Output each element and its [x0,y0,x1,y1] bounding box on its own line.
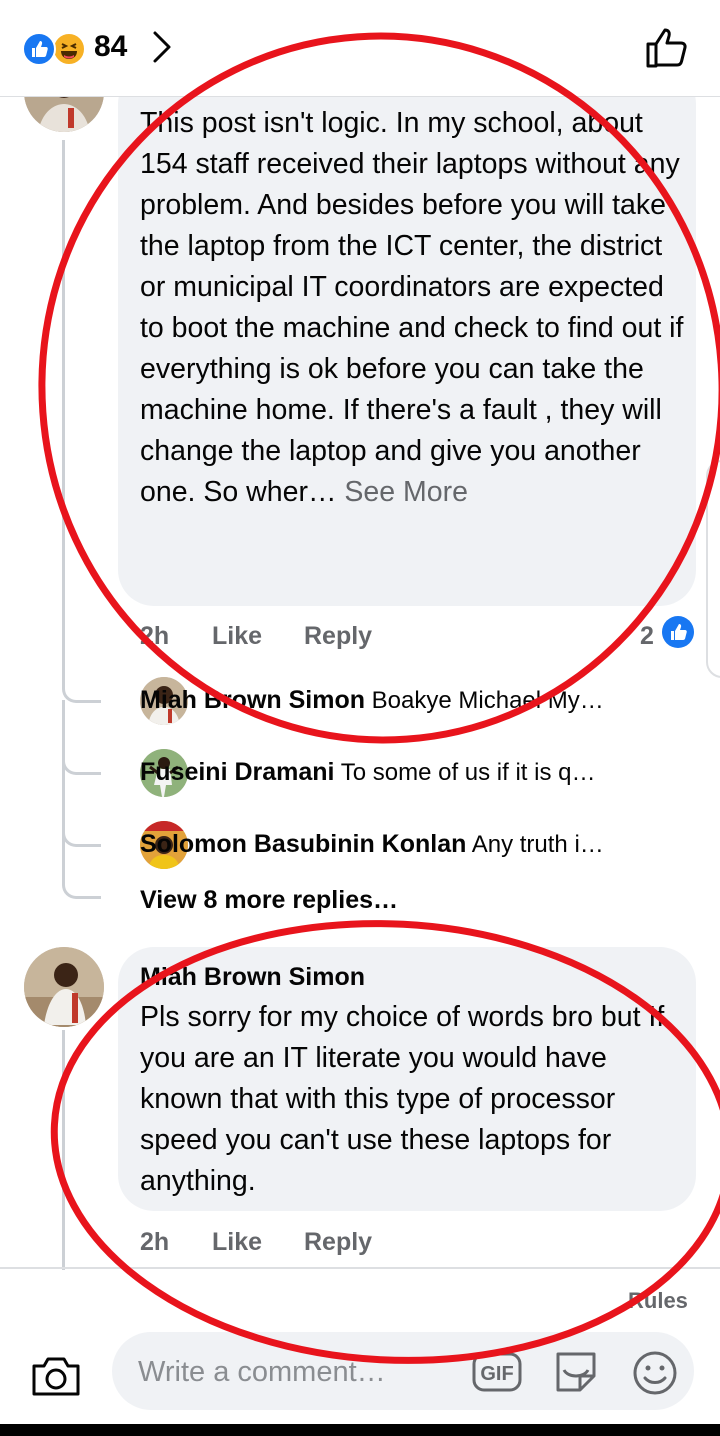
reply-snippet: Boakye Michael My… [371,687,604,714]
reply-preview[interactable]: Miah Brown Simon Boakye Michael My… [140,686,700,715]
like-button[interactable]: Like [212,622,262,651]
like-reaction-icon [22,32,56,66]
scroll-tab[interactable] [706,460,720,678]
reply-author[interactable]: Fuseini Dramani [140,758,335,786]
emoji-icon[interactable] [632,1350,678,1401]
reply-snippet: Any truth i… [471,831,604,858]
haha-reaction-icon [52,32,86,66]
gif-icon[interactable]: GIF [472,1352,522,1397]
rules-link[interactable]: Rules [628,1288,688,1314]
comment-time: 2h [140,1228,170,1256]
like-button[interactable]: Like [212,1228,262,1257]
comment-composer[interactable] [112,1332,694,1412]
reply-author[interactable]: Solomon Basubinin Konlan [140,830,466,858]
chevron-right-icon[interactable] [150,30,174,69]
avatar[interactable] [24,947,104,1027]
like-reaction-icon [662,616,694,648]
comment-author[interactable]: Miah Brown Simon [140,963,365,992]
comment-text: Pls sorry for my choice of words bro but… [140,1001,665,1197]
camera-icon[interactable] [30,1352,82,1403]
thread-line [62,140,65,680]
thread-connector [62,860,101,899]
reply-button[interactable]: Reply [304,622,372,651]
gif-label: GIF [480,1363,513,1385]
thread-line [62,700,65,880]
comment-input[interactable] [136,1332,470,1412]
reply-snippet: To some of us if it is q… [340,759,596,786]
sticker-icon[interactable] [552,1348,600,1399]
reactions-header: 84 [0,0,720,97]
reply-preview[interactable]: Solomon Basubinin Konlan Any truth i… [140,830,700,859]
thread-connector [62,812,101,847]
comment-text: This post isn't logic. In my school, abo… [140,107,684,508]
system-nav-bar [0,1424,720,1436]
comment-time: 2h [140,622,170,650]
comment-like-count[interactable]: 2 [640,622,654,651]
reply-button[interactable]: Reply [304,1228,372,1257]
reply-author[interactable]: Miah Brown Simon [140,686,365,714]
view-more-replies-link[interactable]: View 8 more replies… [140,886,398,915]
reaction-count[interactable]: 84 [94,30,127,64]
divider [0,1267,720,1269]
thread-line [62,1030,65,1270]
thread-connector [62,740,101,775]
see-more-link[interactable]: See More [344,476,468,508]
thread-connector [62,660,101,703]
thumbs-up-icon[interactable] [644,26,690,75]
reply-preview[interactable]: Fuseini Dramani To some of us if it is q… [140,758,700,787]
